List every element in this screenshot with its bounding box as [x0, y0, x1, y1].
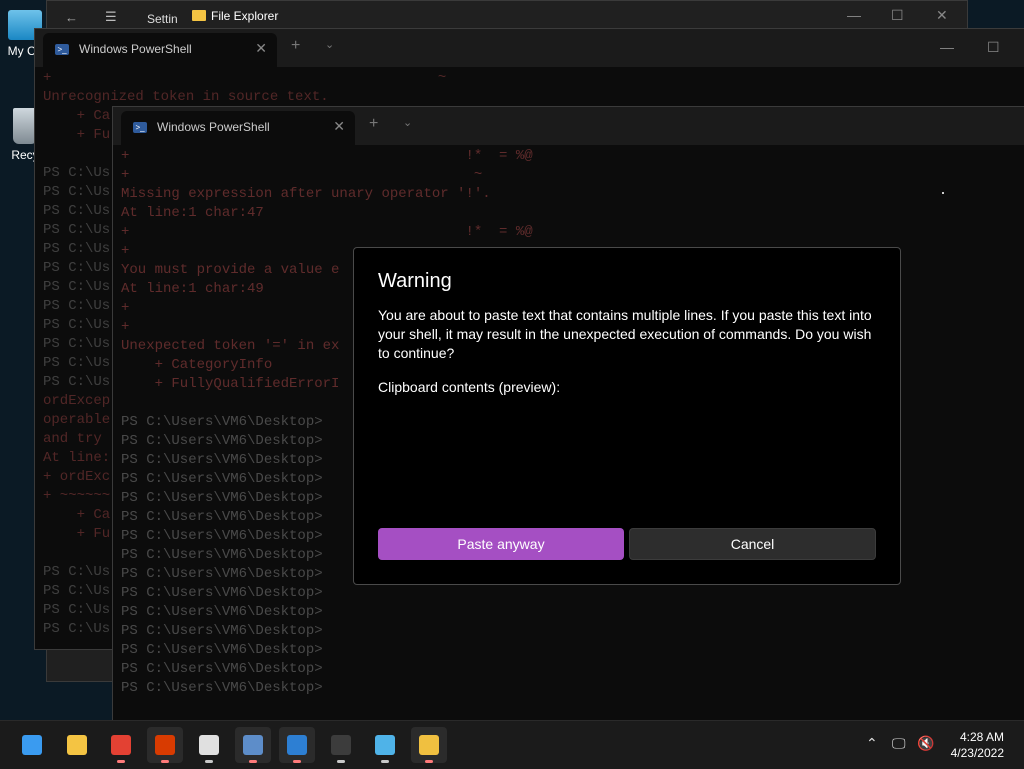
clock[interactable]: 4:28 AM 4/23/2022: [944, 729, 1004, 761]
minimize-button[interactable]: —: [847, 7, 861, 23]
file-explorer-icon: [67, 735, 87, 755]
new-tab-icon[interactable]: +: [369, 115, 378, 133]
network-icon[interactable]: 🖵: [892, 735, 906, 752]
settings-taskbar-button[interactable]: [235, 727, 271, 763]
new-tab-icon[interactable]: +: [291, 37, 300, 55]
tab-title: Windows PowerShell: [79, 42, 192, 56]
start-icon: [22, 735, 42, 755]
maximize-button[interactable]: ☐: [987, 39, 1000, 56]
alarms-icon: [199, 735, 219, 755]
folder-user-taskbar-button[interactable]: [411, 727, 447, 763]
chevron-down-icon[interactable]: ⌄: [325, 38, 334, 51]
running-indicator: [117, 760, 125, 763]
notepad-icon: [375, 735, 395, 755]
terminal-line: + ~: [121, 167, 483, 183]
terminal-tab[interactable]: >_ Windows PowerShell ✕: [121, 111, 355, 145]
start-taskbar-button[interactable]: [14, 727, 50, 763]
volume-muted-icon[interactable]: 🔇: [917, 735, 934, 752]
explorer-title: File Explorer: [211, 9, 279, 23]
terminal-tabbar[interactable]: >_ Windows PowerShell ✕ + ⌄: [113, 107, 1024, 145]
terminal-line: Unrecognized token in source text.: [43, 89, 329, 105]
chevron-down-icon[interactable]: ⌄: [403, 116, 412, 129]
terminal-taskbar-button[interactable]: [323, 727, 359, 763]
terminal-line: + ~: [43, 70, 447, 86]
maximize-button[interactable]: ☐: [891, 7, 904, 24]
clipboard-preview-label: Clipboard contents (preview):: [378, 379, 561, 395]
terminal-line: PS C:\Users\VM6\Desktop>: [121, 623, 323, 639]
office-icon: [155, 735, 175, 755]
running-indicator: [161, 760, 169, 763]
dialog-message: You are about to paste text that contain…: [378, 307, 872, 361]
running-indicator: [249, 760, 257, 763]
mouse-cursor-mark: [942, 192, 944, 194]
terminal-line: Missing expression after unary operator …: [121, 186, 491, 202]
show-hidden-icons-chevron-icon[interactable]: ⌃: [866, 735, 878, 752]
terminal-line: PS C:\Users\VM6\Desktop>: [121, 680, 323, 696]
running-indicator: [381, 760, 389, 763]
dialog-title: Warning: [378, 270, 452, 292]
menu-icon[interactable]: ☰: [105, 9, 117, 25]
folder-user-icon: [419, 735, 439, 755]
clock-time: 4:28 AM: [959, 730, 1004, 744]
terminal-line: PS C:\Users\VM6\Desktop>: [121, 642, 323, 658]
terminal-line: PS C:\Users\VM6\Desktop>: [121, 585, 323, 601]
running-indicator: [293, 760, 301, 763]
cancel-button[interactable]: Cancel: [629, 528, 876, 560]
mail-taskbar-button[interactable]: [279, 727, 315, 763]
running-indicator: [205, 760, 213, 763]
terminal-line: + !* = %@: [121, 224, 533, 240]
powershell-icon: >_: [133, 122, 147, 133]
chrome-taskbar-button[interactable]: [103, 727, 139, 763]
mail-icon: [287, 735, 307, 755]
chrome-icon: [111, 735, 131, 755]
notepad-taskbar-button[interactable]: [367, 727, 403, 763]
close-button[interactable]: ✕: [936, 7, 948, 24]
settings-window-label: Settin: [147, 12, 178, 26]
paste-anyway-button[interactable]: Paste anyway: [378, 528, 624, 560]
minimize-button[interactable]: —: [940, 39, 954, 55]
terminal-line: At line:1 char:47: [121, 205, 264, 221]
paste-warning-dialog: Warning You are about to paste text that…: [353, 247, 901, 585]
file-explorer-taskbar-button[interactable]: [59, 727, 95, 763]
running-indicator: [337, 760, 345, 763]
explorer-titlebar[interactable]: ← ☰ Settin File Explorer — ☐ ✕: [47, 1, 967, 31]
terminal-line: + !* = %@: [121, 148, 533, 164]
back-arrow-icon[interactable]: ←: [65, 10, 78, 25]
terminal-icon: [331, 735, 351, 755]
terminal-tab[interactable]: >_ Windows PowerShell ✕: [43, 33, 277, 67]
tab-close-icon[interactable]: ✕: [333, 118, 345, 135]
taskbar: ⌃ 🖵 🔇 4:28 AM 4/23/2022: [0, 720, 1024, 769]
folder-icon: [192, 10, 206, 21]
alarms-taskbar-button[interactable]: [191, 727, 227, 763]
terminal-tabbar[interactable]: >_ Windows PowerShell ✕ + ⌄ — ☐: [35, 29, 1024, 67]
office-taskbar-button[interactable]: [147, 727, 183, 763]
settings-icon: [243, 735, 263, 755]
clock-date: 4/23/2022: [950, 746, 1004, 760]
terminal-line: PS C:\Users\VM6\Desktop>: [121, 661, 323, 677]
tab-close-icon[interactable]: ✕: [255, 40, 267, 57]
terminal-line: PS C:\Users\VM6\Desktop>: [121, 604, 323, 620]
tab-title: Windows PowerShell: [157, 120, 270, 134]
running-indicator: [425, 760, 433, 763]
powershell-icon: >_: [55, 44, 69, 55]
